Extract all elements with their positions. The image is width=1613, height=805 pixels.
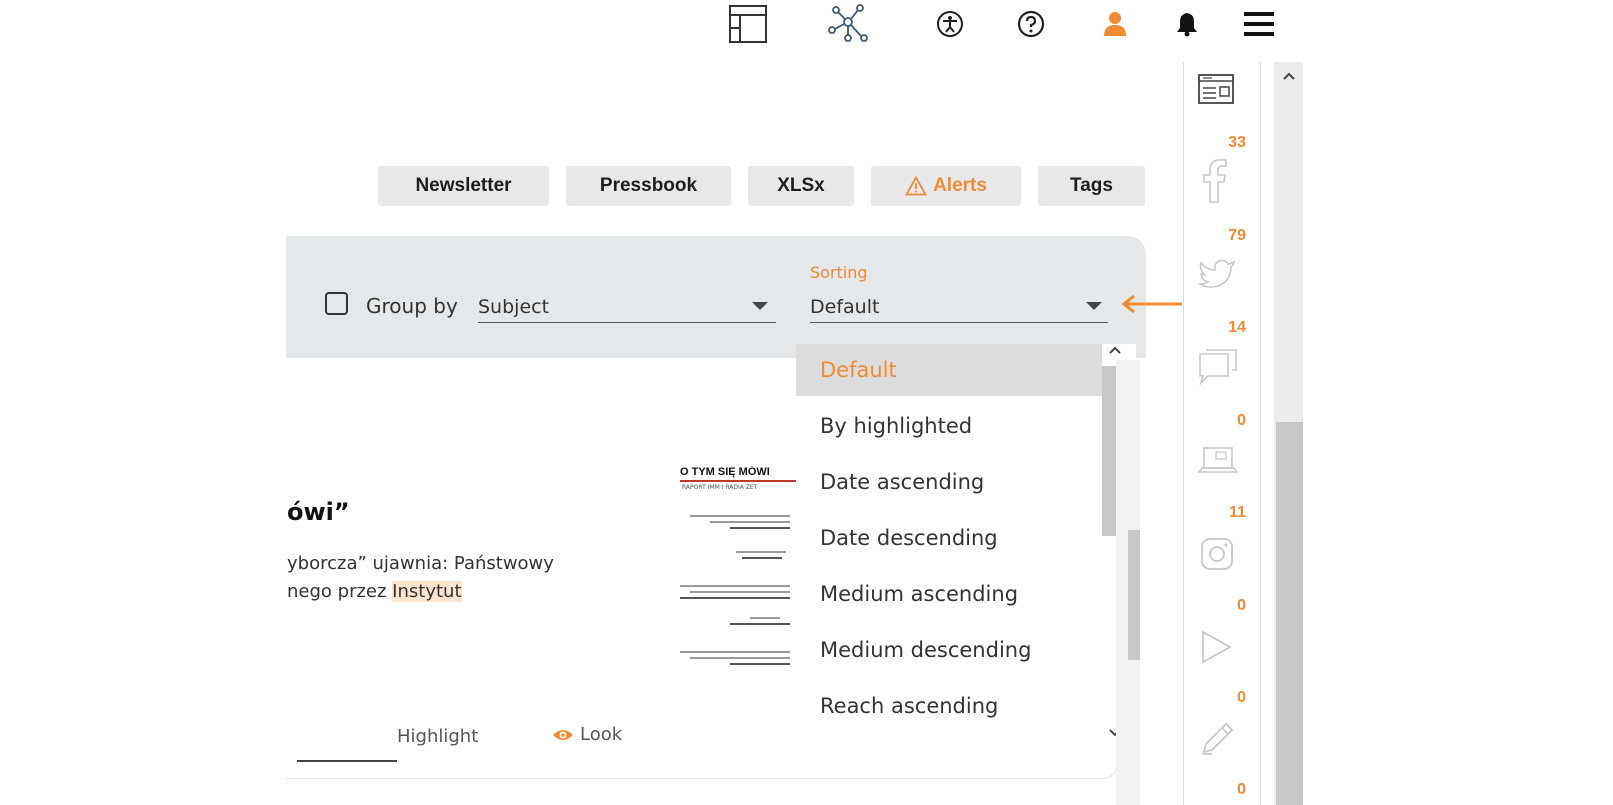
newspaper-icon[interactable] (1198, 74, 1234, 104)
help-icon[interactable] (1016, 4, 1046, 44)
network-icon[interactable] (826, 4, 870, 44)
chevron-down-icon (1086, 302, 1102, 310)
look-button[interactable]: Look (552, 724, 622, 745)
instagram-icon[interactable] (1200, 537, 1234, 571)
chevron-up-icon[interactable] (1282, 70, 1296, 82)
sort-option-medium-ascending[interactable]: Medium ascending (796, 568, 1110, 620)
eye-icon (553, 729, 573, 740)
menu-icon[interactable] (1242, 4, 1276, 44)
sort-dropdown[interactable]: Default By highlighted Date ascending Da… (796, 344, 1136, 749)
video-count: 0 (1237, 597, 1246, 614)
highlighted-term: Instytut (392, 581, 462, 602)
newsletter-button[interactable]: Newsletter (378, 166, 549, 206)
play-icon[interactable] (1200, 630, 1232, 664)
accessibility-icon[interactable] (935, 4, 965, 44)
chevron-up-icon[interactable] (1108, 344, 1122, 356)
warning-icon (905, 176, 928, 196)
tags-button[interactable]: Tags (1038, 166, 1145, 206)
user-icon[interactable] (1100, 4, 1130, 44)
pressbook-button[interactable]: Pressbook (566, 166, 731, 206)
alerts-label: Alerts (933, 175, 987, 196)
pencil-icon[interactable] (1200, 722, 1234, 756)
bell-icon[interactable] (1172, 4, 1202, 44)
sort-option-date-ascending[interactable]: Date ascending (796, 456, 1110, 508)
thumbnail-rule (680, 480, 796, 482)
content-scroll-thumb[interactable] (1128, 530, 1140, 660)
arrow-left-icon (1121, 294, 1182, 314)
group-by-label: Group by (366, 294, 458, 318)
article-text-fragment: nego przez (287, 581, 393, 602)
article-text-line-2: nego przez Instytut (287, 581, 462, 602)
twitter-icon[interactable] (1198, 258, 1236, 290)
thumbnail-body (670, 515, 796, 665)
tab-underline (297, 760, 397, 762)
xlsx-button[interactable]: XLSx (748, 166, 854, 206)
comments-count: 14 (1228, 319, 1246, 336)
group-by-value: Subject (478, 296, 550, 318)
sort-option-date-descending[interactable]: Date descending (796, 512, 1110, 564)
other-count: 0 (1237, 781, 1246, 798)
comments-icon[interactable] (1198, 348, 1238, 386)
group-by-checkbox[interactable] (325, 292, 348, 315)
chevron-down-icon (752, 302, 768, 310)
article-thumbnail[interactable]: O TYM SIĘ MÓWI RAPORT IMM I RADIA ZET (670, 466, 796, 736)
instagram-count: 11 (1229, 504, 1246, 521)
group-by-select[interactable]: Subject (478, 292, 776, 323)
sorting-label: Sorting (810, 263, 868, 282)
article-title[interactable]: ówi” (287, 498, 350, 526)
laptop-icon[interactable] (1198, 446, 1238, 476)
sorting-value: Default (810, 296, 880, 318)
facebook-count: 33 (1228, 134, 1246, 151)
alerts-button[interactable]: Alerts (871, 166, 1021, 206)
twitter-count: 79 (1228, 227, 1246, 244)
article-text-line-1: yborcza” ujawnia: Państwowy (287, 553, 554, 574)
thumbnail-subtitle: RAPORT IMM I RADIA ZET (682, 484, 758, 491)
sorting-select[interactable]: Default (810, 292, 1108, 323)
content-scrollbar[interactable] (1116, 360, 1140, 805)
page-scroll-thumb[interactable] (1276, 422, 1303, 805)
sort-option-default[interactable]: Default (796, 344, 1110, 396)
layout-icon[interactable] (728, 4, 768, 44)
look-label: Look (580, 724, 623, 745)
facebook-icon[interactable] (1200, 158, 1228, 204)
sort-option-by-highlighted[interactable]: By highlighted (796, 400, 1110, 452)
thumbnail-title: O TYM SIĘ MÓWI (680, 466, 770, 478)
sort-option-reach-ascending[interactable]: Reach ascending (796, 680, 1110, 732)
pencil-count: 0 (1237, 689, 1246, 706)
highlight-tab[interactable]: Highlight (397, 726, 478, 747)
laptop-count: 0 (1237, 412, 1246, 429)
sort-option-medium-descending[interactable]: Medium descending (796, 624, 1110, 676)
